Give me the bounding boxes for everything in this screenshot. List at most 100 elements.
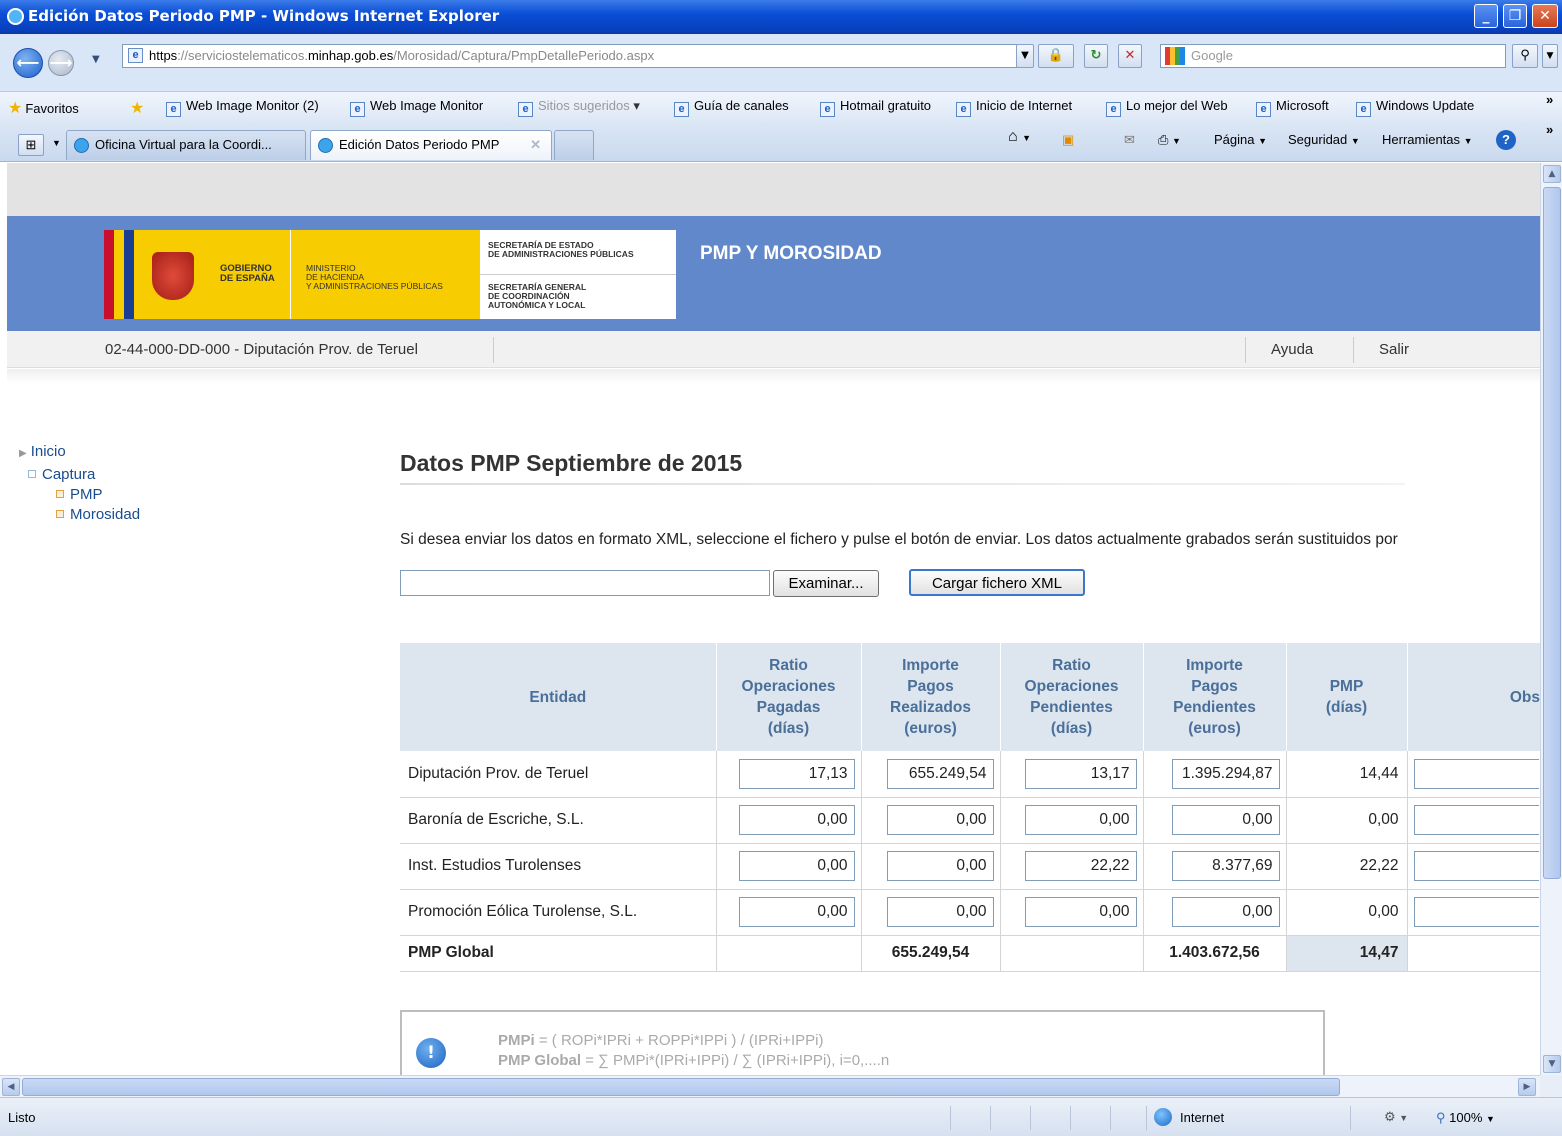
global-pmp: 14,47 xyxy=(1286,935,1408,972)
obs-input[interactable] xyxy=(1413,805,1539,835)
global-row: PMP Global 655.249,54 1.403.672,56 14,47 xyxy=(400,935,1540,972)
ipp-input[interactable]: 1.395.294,87 xyxy=(1171,758,1280,789)
empty-cell xyxy=(1000,935,1144,972)
security-menu[interactable]: Seguridad ▼ xyxy=(1288,132,1360,147)
maximize-button[interactable]: ❐ xyxy=(1503,4,1527,28)
favorites-overflow-chevron-icon[interactable]: » xyxy=(1546,92,1553,107)
ie-page-icon: e xyxy=(350,102,365,117)
ropp-input[interactable]: 22,22 xyxy=(1024,851,1137,881)
fav-link-3[interactable]: e Sitios sugeridos ▾ xyxy=(518,98,640,117)
ipr-input[interactable]: 0,00 xyxy=(886,897,994,927)
tree-item-captura[interactable]: Captura xyxy=(19,464,140,485)
ministerio-line3: Y ADMINISTRACIONES PÚBLICAS xyxy=(306,281,443,291)
scrollbar-thumb[interactable] xyxy=(22,1078,1340,1096)
upload-xml-button[interactable]: Cargar fichero XML xyxy=(909,569,1085,596)
ipp-input[interactable]: 0,00 xyxy=(1171,897,1280,927)
rop-cell: 0,00 xyxy=(716,889,862,936)
ipp-input[interactable]: 0,00 xyxy=(1171,805,1280,835)
scroll-up-icon[interactable]: ▲ xyxy=(1543,165,1561,183)
address-bar[interactable]: e https://serviciostelematicos.minhap.go… xyxy=(122,44,1032,68)
caret-right-icon: ▶ xyxy=(19,448,27,459)
obs-input[interactable] xyxy=(1413,897,1539,927)
scroll-left-icon[interactable]: ◀ xyxy=(2,1078,20,1096)
ropp-input[interactable]: 0,00 xyxy=(1024,805,1137,835)
minimize-button[interactable]: _ xyxy=(1474,4,1498,28)
fav-link-1[interactable]: e Web Image Monitor (2) xyxy=(166,98,319,117)
help-link[interactable]: Ayuda xyxy=(1271,341,1313,358)
home-icon[interactable]: ⌂ ▼ xyxy=(1008,128,1031,146)
search-button[interactable]: ⚲ xyxy=(1512,44,1538,68)
logout-link[interactable]: Salir xyxy=(1379,341,1409,358)
ropp-input[interactable]: 0,00 xyxy=(1024,897,1137,927)
new-tab-button[interactable] xyxy=(554,130,594,160)
fav-link-7[interactable]: e Lo mejor del Web xyxy=(1106,98,1228,117)
top-band xyxy=(7,163,1540,216)
ropp-cell: 0,00 xyxy=(1000,797,1144,844)
rop-input[interactable]: 0,00 xyxy=(738,851,855,881)
sub-navigation: 02-44-000-DD-000 - Diputación Prov. de T… xyxy=(7,331,1540,368)
scrollbar-thumb[interactable] xyxy=(1543,187,1561,879)
scroll-down-icon[interactable]: ▼ xyxy=(1543,1055,1561,1073)
rop-input[interactable]: 0,00 xyxy=(738,897,855,927)
commandbar-overflow-chevron-icon[interactable]: » xyxy=(1546,122,1553,137)
app-title: PMP Y MOROSIDAD xyxy=(700,243,882,264)
address-dropdown-button[interactable]: ▼ xyxy=(1016,44,1034,68)
browse-button[interactable]: Examinar... xyxy=(773,570,879,597)
tree-item-morosidad[interactable]: Morosidad xyxy=(19,505,140,525)
fav-link-9[interactable]: e Windows Update xyxy=(1356,98,1474,117)
fav-link-4[interactable]: e Guía de canales xyxy=(674,98,789,117)
help-icon[interactable]: ? xyxy=(1496,130,1516,150)
ipp-input[interactable]: 8.377,69 xyxy=(1171,851,1280,881)
search-options-button[interactable]: ▼ xyxy=(1542,44,1558,68)
lock-icon[interactable]: 🔒 xyxy=(1038,44,1074,68)
stop-button[interactable]: ✕ xyxy=(1118,44,1142,68)
rop-input[interactable]: 17,13 xyxy=(738,758,855,789)
table-row: Promoción Eólica Turolense, S.L. 0,00 0,… xyxy=(400,889,1540,936)
divider xyxy=(1030,1106,1031,1130)
refresh-button[interactable]: ↻ xyxy=(1084,44,1108,68)
tree-item-inicio[interactable]: ▶ Inicio xyxy=(19,441,140,464)
window-title-bar: Edición Datos Periodo PMP - Windows Inte… xyxy=(0,0,1562,34)
global-label: PMP Global xyxy=(400,935,717,972)
obs-input[interactable] xyxy=(1413,758,1539,789)
ipr-input[interactable]: 655.249,54 xyxy=(886,758,994,789)
tools-menu[interactable]: Herramientas ▼ xyxy=(1382,132,1473,147)
close-window-button[interactable]: ✕ xyxy=(1532,4,1558,28)
fav-link-2[interactable]: e Web Image Monitor xyxy=(350,98,483,117)
instructions-text: Si desea enviar los datos en formato XML… xyxy=(400,531,1398,548)
zoom-control[interactable]: ⚲ 100% ▼ xyxy=(1436,1110,1495,1126)
obs-input[interactable] xyxy=(1413,851,1539,881)
history-dropdown-icon[interactable]: ▼ xyxy=(92,54,100,65)
rop-input[interactable]: 0,00 xyxy=(738,805,855,835)
horizontal-scrollbar[interactable]: ◀ ▶ xyxy=(0,1075,1540,1097)
quick-tabs-icon[interactable]: ⊞ xyxy=(18,134,44,156)
protected-mode-icon[interactable]: ⚙ ▼ xyxy=(1384,1109,1408,1125)
search-box[interactable]: Google xyxy=(1160,44,1506,68)
forward-button[interactable]: ⟶ xyxy=(48,50,74,76)
print-icon[interactable]: ⎙ ▼ xyxy=(1158,132,1181,148)
node-icon xyxy=(56,490,64,498)
fav-link-6[interactable]: e Inicio de Internet xyxy=(956,98,1072,117)
ipr-input[interactable]: 0,00 xyxy=(886,805,994,835)
ipr-input[interactable]: 0,00 xyxy=(886,851,994,881)
side-tree-menu: ▶ Inicio Captura PMP Morosidad xyxy=(19,441,140,525)
tab-oficina-virtual[interactable]: Oficina Virtual para la Coordi... xyxy=(66,130,306,160)
tree-item-pmp[interactable]: PMP xyxy=(19,485,140,505)
tab-list-chevron-down-icon[interactable]: ▼ xyxy=(52,138,61,148)
page-menu[interactable]: Página ▼ xyxy=(1214,132,1267,147)
xml-file-input[interactable] xyxy=(400,570,770,596)
add-favorite-icon[interactable]: ★ xyxy=(130,98,147,118)
vertical-scrollbar[interactable]: ▲ ▼ xyxy=(1540,163,1562,1075)
close-tab-icon[interactable]: ✕ xyxy=(530,131,541,159)
ropp-input[interactable]: 13,17 xyxy=(1024,758,1137,789)
tab-edicion-datos[interactable]: Edición Datos Periodo PMP ✕ xyxy=(310,130,552,160)
feeds-icon[interactable]: ▣ xyxy=(1062,132,1074,148)
mail-icon[interactable]: ✉ xyxy=(1124,132,1135,148)
ropp-cell: 13,17 xyxy=(1000,751,1144,798)
scroll-right-icon[interactable]: ▶ xyxy=(1518,1078,1536,1096)
fav-link-8[interactable]: e Microsoft xyxy=(1256,98,1329,117)
back-button[interactable]: ⟵ xyxy=(13,48,43,78)
ropp-cell: 22,22 xyxy=(1000,843,1144,890)
favorites-button[interactable]: ★ Favoritos xyxy=(8,98,79,118)
fav-link-5[interactable]: e Hotmail gratuito xyxy=(820,98,931,117)
